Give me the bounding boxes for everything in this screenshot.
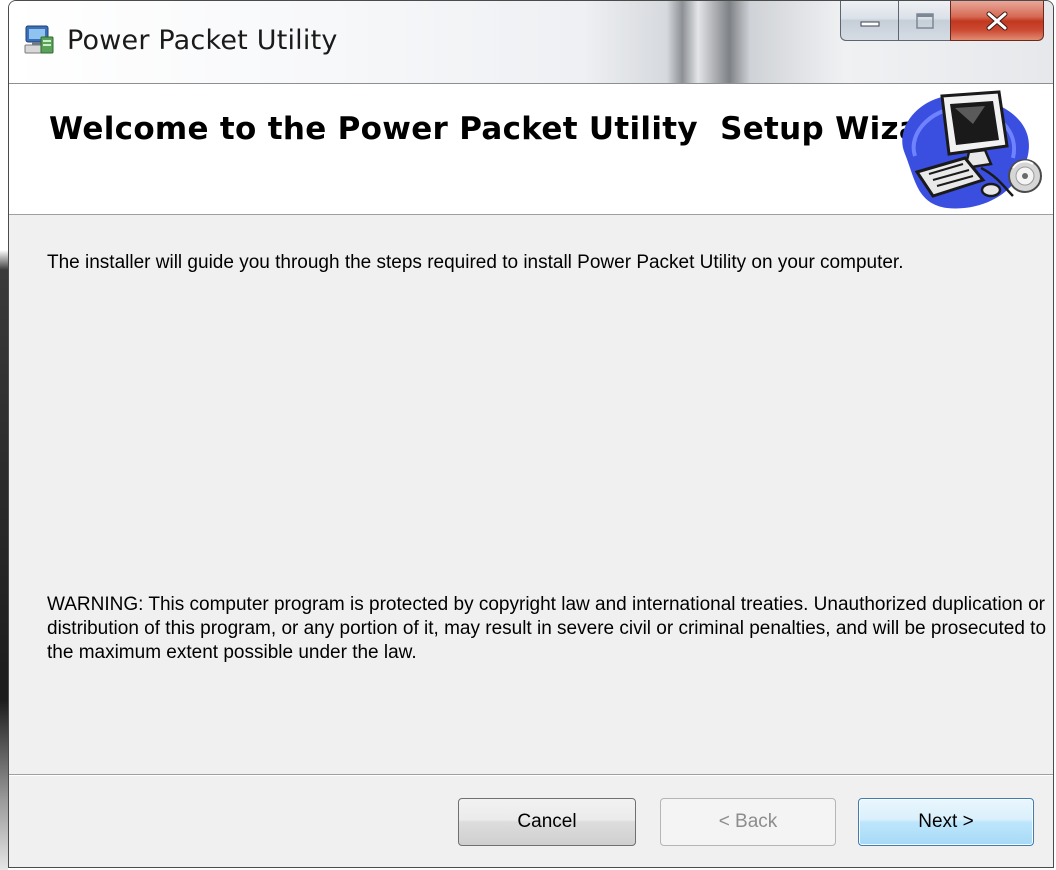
title-bar[interactable]: Power Packet Utility: [9, 1, 1053, 84]
maximize-button[interactable]: [898, 1, 950, 41]
back-button[interactable]: < Back: [660, 798, 836, 846]
computer-setup-icon: [902, 90, 1042, 209]
next-button[interactable]: Next >: [858, 798, 1034, 846]
minimize-button[interactable]: [840, 1, 898, 41]
setup-wizard-window: Power Packet Utility Welcome to the Powe…: [8, 0, 1054, 868]
intro-text: The installer will guide you through the…: [47, 252, 904, 273]
window-title: Power Packet Utility: [67, 25, 338, 56]
wizard-header: Welcome to the Power Packet Utility Setu…: [9, 84, 1053, 215]
close-icon: [986, 11, 1008, 30]
caption-buttons: [840, 1, 1044, 43]
desktop-edge: [0, 0, 8, 870]
minimize-icon: [860, 21, 879, 26]
wizard-title: Welcome to the Power Packet Utility Setu…: [49, 111, 959, 147]
installer-icon: [24, 25, 54, 54]
wizard-body: The installer will guide you through the…: [9, 215, 1053, 773]
cancel-button[interactable]: Cancel: [458, 798, 636, 846]
wizard-footer: Cancel < Back Next >: [9, 776, 1053, 867]
close-button[interactable]: [950, 1, 1044, 41]
copyright-warning: WARNING: This computer program is protec…: [47, 594, 1047, 663]
maximize-icon: [915, 12, 934, 29]
